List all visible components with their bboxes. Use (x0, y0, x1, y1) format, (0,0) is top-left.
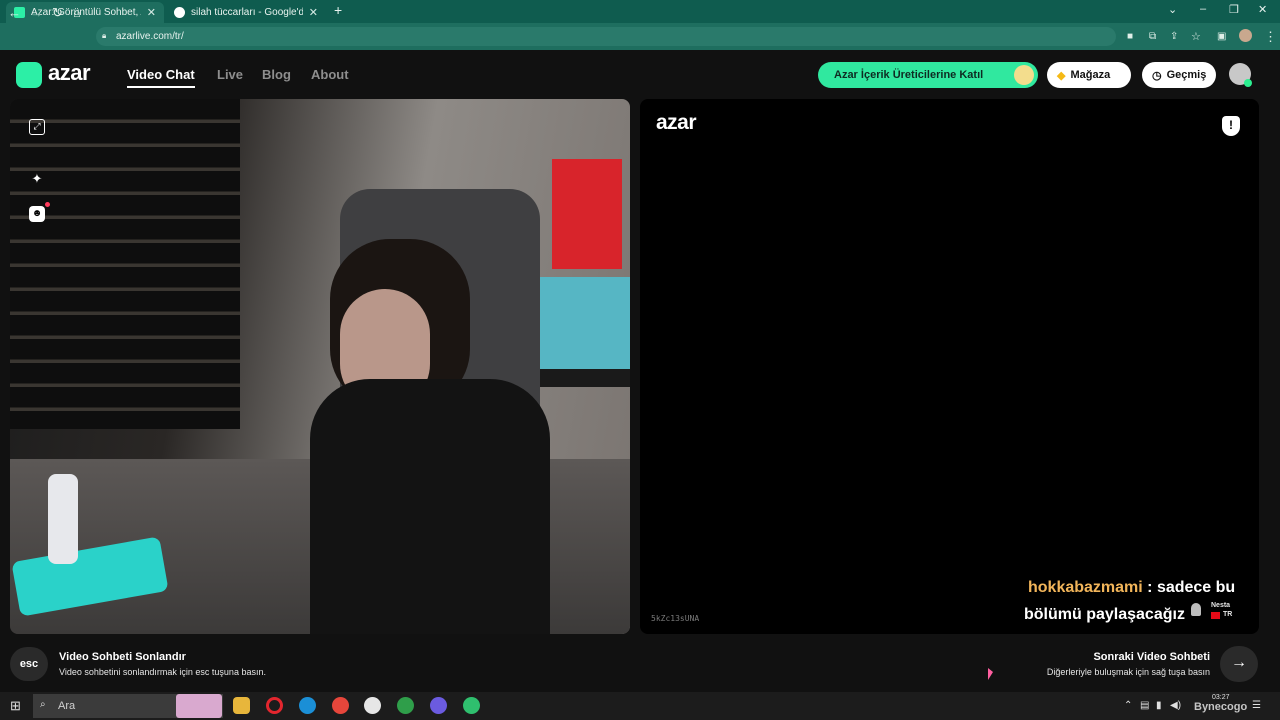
window-blinds-image (10, 99, 240, 429)
install-app-icon[interactable]: ⧉ (1149, 31, 1156, 42)
effects-sparkle-icon[interactable]: ✦ (29, 171, 45, 187)
address-bar[interactable] (96, 27, 1116, 46)
windows-start-icon[interactable]: ⊞ (10, 698, 21, 714)
wall-painting-image (552, 159, 622, 269)
turkey-flag-icon (1211, 612, 1220, 619)
lock-icon[interactable]: 🔒︎ (102, 31, 106, 41)
new-tab-button[interactable]: + (334, 2, 342, 18)
taskbar-time[interactable]: 03:27 (1212, 694, 1230, 701)
chrome-profile-icon[interactable] (397, 697, 414, 714)
close-tab-icon[interactable]: ✕ (147, 6, 156, 19)
diamond-icon: ◆ (1057, 69, 1066, 82)
end-chat-hint: Video sohbetini sonlandırmak için esc tu… (59, 667, 266, 677)
bookmark-star-icon[interactable]: ☆ (1191, 30, 1201, 43)
next-chat-title: Sonraki Video Sohbeti (1093, 651, 1210, 663)
chat-text-line2: bölümü paylaşacağız (1024, 606, 1185, 623)
tab-search-icon[interactable]: ⌄ (1168, 3, 1177, 16)
tab-title: silah tüccarları - Google'da Ara (191, 7, 303, 18)
mouse-cursor-icon (988, 668, 993, 680)
maximize-icon[interactable]: ❐ (1229, 3, 1239, 16)
obs-icon[interactable] (364, 697, 381, 714)
peer-name: Nesta (1211, 602, 1231, 609)
chat-controls-bar (0, 636, 1280, 692)
online-status-dot (1244, 79, 1252, 87)
azar-logo-text[interactable]: azar (48, 60, 91, 86)
nav-about[interactable]: About (311, 67, 349, 82)
wall-painting-image (535, 277, 630, 372)
profile-avatar-icon[interactable] (1239, 29, 1252, 42)
chat-username: hokkabazmami (1028, 579, 1143, 596)
chat-separator: : (1142, 579, 1157, 596)
swap-camera-icon[interactable]: ⤢ (29, 119, 45, 135)
peer-user-icon (1191, 603, 1201, 616)
tray-expand-icon[interactable]: ⌃ (1124, 700, 1132, 711)
chat-text-line1: sadece bu (1156, 579, 1236, 596)
reload-icon[interactable]: ↻ (52, 5, 63, 21)
forward-icon[interactable]: → (30, 5, 43, 20)
close-tab-icon[interactable]: ✕ (309, 6, 318, 19)
channel-watermark: Bynecogo (1194, 701, 1248, 713)
remote-video-feed (640, 99, 1259, 634)
chat-caption-line1: hokkabazmami : sadece bu (1028, 579, 1235, 597)
creator-badge-icon (1014, 65, 1034, 85)
local-video-feed (10, 99, 630, 634)
back-icon[interactable]: ← (8, 5, 21, 20)
peer-country: TR (1223, 611, 1233, 618)
next-chat-hint: Diğerleriyle buluşmak için sağ tuşa bası… (1046, 667, 1210, 677)
nav-live[interactable]: Live (217, 67, 243, 82)
creators-join-label: Azar İçerik Üreticilerine Katıl (834, 69, 984, 81)
volume-icon[interactable]: ◀) (1170, 700, 1181, 711)
next-chat-button[interactable]: → (1220, 646, 1258, 682)
report-shield-icon[interactable]: ! (1222, 116, 1240, 136)
shop-label: Mağaza (1070, 69, 1111, 81)
tab-google-search[interactable]: silah tüccarları - Google'da Ara ✕ (166, 2, 326, 23)
tab-title: Azar: Görüntülü Sohbet, Arkadaş (31, 7, 141, 18)
active-nav-indicator (127, 86, 195, 88)
shop-button[interactable]: ◆ Mağaza (1047, 62, 1131, 88)
bottle-image (48, 474, 78, 564)
google-favicon-icon (174, 7, 185, 18)
remote-feed-logo: azar (656, 111, 697, 134)
nav-blog[interactable]: Blog (262, 67, 291, 82)
home-icon[interactable]: ⌂ (73, 5, 81, 20)
minimize-icon[interactable]: – (1200, 3, 1206, 15)
arrow-right-icon: → (1231, 654, 1247, 671)
edge-icon[interactable] (299, 697, 316, 714)
creators-join-button[interactable]: Azar İçerik Üreticilerine Katıl (818, 62, 1038, 88)
history-button[interactable]: ◷ Geçmiş (1142, 62, 1216, 88)
chrome-active-icon[interactable] (463, 697, 480, 714)
opera-icon[interactable] (266, 697, 283, 714)
nav-video-chat[interactable]: Video Chat (127, 67, 195, 82)
end-chat-title: Video Sohbeti Sonlandır (59, 651, 186, 663)
person-body-image (310, 379, 550, 634)
chrome-icon[interactable] (332, 697, 349, 714)
browser-menu-icon[interactable]: ⋮ (1264, 29, 1277, 45)
clock-icon: ◷ (1152, 69, 1162, 82)
app-icon[interactable] (430, 697, 447, 714)
network-icon[interactable]: ▤ (1140, 700, 1149, 711)
face-mask-icon[interactable]: ☻ (29, 206, 45, 222)
search-icon: ⌕ (40, 699, 46, 710)
session-code: 5kZc13sUNA (651, 614, 700, 623)
azar-logo-icon[interactable] (16, 62, 42, 88)
file-explorer-icon[interactable] (233, 697, 250, 714)
share-icon[interactable]: ⇪ (1170, 31, 1178, 42)
side-panel-icon[interactable]: ▣ (1217, 31, 1226, 42)
history-label: Geçmiş (1166, 69, 1207, 81)
url-text[interactable]: azarlive.com/tr/ (116, 31, 184, 42)
search-highlight-image (176, 694, 222, 718)
notification-dot (45, 202, 50, 207)
notification-center-icon[interactable]: ☰ (1252, 700, 1261, 711)
taskbar-search-placeholder: Ara (58, 700, 76, 712)
end-chat-button[interactable]: esc (10, 647, 48, 681)
shelf-image (530, 369, 630, 387)
close-window-icon[interactable]: ✕ (1258, 3, 1267, 16)
camera-in-use-icon[interactable]: ■ (1127, 31, 1133, 42)
microphone-icon[interactable]: ▮ (1156, 700, 1162, 711)
